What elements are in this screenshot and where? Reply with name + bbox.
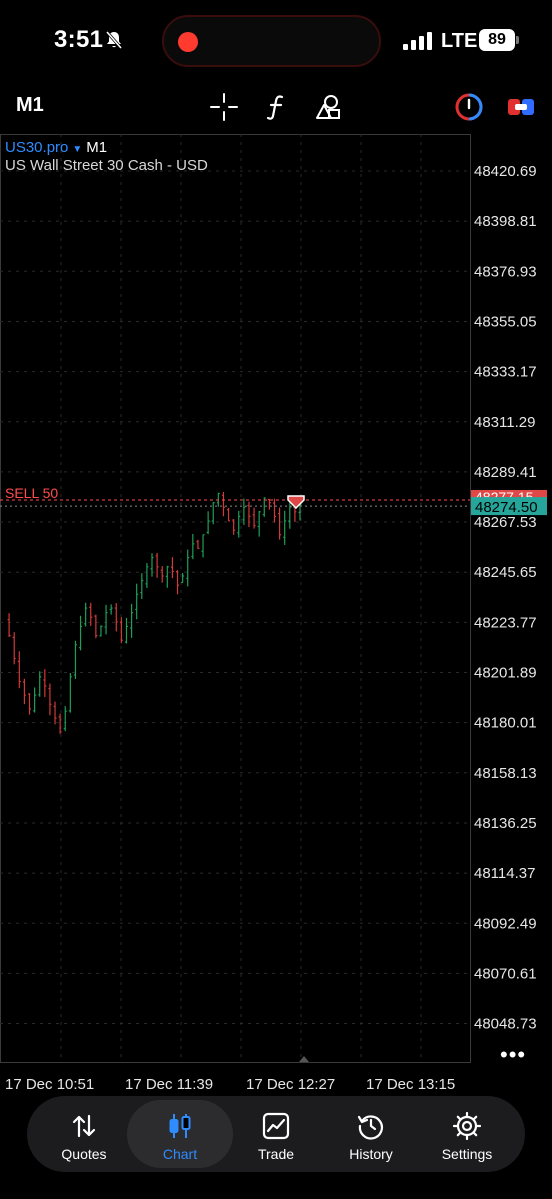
chart-toolbar: M1 — [0, 82, 552, 132]
price-label: 48070.61 — [474, 965, 537, 982]
one-click-trading-icon[interactable] — [454, 92, 484, 122]
function-icon[interactable] — [262, 92, 292, 122]
time-axis: 17 Dec 10:51 17 Dec 11:39 17 Dec 12:27 1… — [0, 1076, 552, 1094]
history-clock-icon — [357, 1115, 383, 1140]
price-label: 48355.05 — [474, 313, 537, 330]
record-dot-icon — [178, 32, 198, 52]
nav-quotes[interactable]: Quotes — [31, 1100, 137, 1168]
symbol-header: US30.pro ▼ M1 — [5, 139, 107, 156]
time-label: 17 Dec 10:51 — [5, 1076, 95, 1093]
crosshair-icon[interactable] — [209, 92, 239, 122]
objects-icon[interactable] — [313, 92, 343, 122]
candlestick-icon — [169, 1114, 191, 1138]
price-label: 48311.29 — [474, 414, 535, 431]
price-label: 48267.53 — [474, 514, 537, 531]
time-label: 17 Dec 13:15 — [366, 1076, 456, 1093]
price-label: 48420.69 — [474, 163, 537, 180]
price-label: 48333.17 — [474, 364, 537, 381]
dynamic-island — [162, 15, 381, 67]
nav-label: Settings — [441, 1146, 493, 1162]
quotes-arrows-icon — [72, 1114, 96, 1138]
bell-slash-icon — [105, 31, 123, 49]
signal-bars-icon — [403, 32, 432, 50]
symbol-dropdown-icon[interactable]: ▼ — [72, 144, 82, 155]
nav-label: History — [349, 1146, 393, 1162]
price-label: 48201.89 — [474, 665, 537, 682]
status-time: 3:51 — [54, 26, 104, 53]
network-type: LTE — [441, 30, 478, 52]
price-label: 48289.41 — [474, 464, 537, 481]
current-price-value: 48274.50 — [475, 499, 538, 516]
price-label: 48136.25 — [474, 815, 537, 832]
price-label: 48376.93 — [474, 263, 537, 280]
price-label: 48223.77 — [474, 614, 537, 631]
nav-settings[interactable]: Settings — [414, 1100, 520, 1168]
price-label: 48180.01 — [474, 715, 537, 732]
nav-label: Quotes — [61, 1146, 107, 1162]
symbol-name[interactable]: US30.pro — [5, 139, 68, 156]
nav-history[interactable]: History — [318, 1100, 424, 1168]
nav-label: Chart — [162, 1146, 198, 1162]
price-label: 48398.81 — [474, 213, 537, 230]
bottom-navigation: Quotes Chart Trade History Settings — [27, 1096, 525, 1172]
battery-tip — [516, 36, 519, 44]
gear-icon — [453, 1112, 481, 1140]
price-label: 48114.37 — [474, 865, 535, 882]
price-label: 48048.73 — [474, 1016, 537, 1033]
time-label: 17 Dec 12:27 — [246, 1076, 336, 1093]
trade-toggle-icon[interactable] — [506, 92, 536, 122]
symbol-description: US Wall Street 30 Cash - USD — [5, 157, 208, 174]
time-label: 17 Dec 11:39 — [125, 1076, 214, 1093]
more-options-icon[interactable]: ••• — [500, 1042, 526, 1068]
chart-canvas[interactable]: 48420.69 48398.81 48376.93 48355.05 48333.17… — [0, 132, 552, 1073]
price-label: 48158.13 — [474, 765, 537, 782]
price-label: 48245.65 — [474, 564, 537, 581]
sell-order-label: SELL 50 — [5, 485, 58, 501]
price-chart[interactable]: 48420.69 48398.81 48376.93 48355.05 48333.17… — [0, 132, 552, 1073]
nav-label: Trade — [257, 1146, 295, 1162]
battery-icon: 89 — [479, 29, 515, 51]
nav-chart[interactable]: Chart — [127, 1100, 233, 1168]
nav-trade[interactable]: Trade — [223, 1100, 329, 1168]
trade-chart-icon — [262, 1112, 290, 1140]
status-bar: 3:51 LTE 89 — [0, 0, 552, 82]
price-label: 48092.49 — [474, 915, 537, 932]
timeframe-button[interactable]: M1 — [16, 94, 44, 117]
chart-timeframe: M1 — [86, 139, 108, 156]
